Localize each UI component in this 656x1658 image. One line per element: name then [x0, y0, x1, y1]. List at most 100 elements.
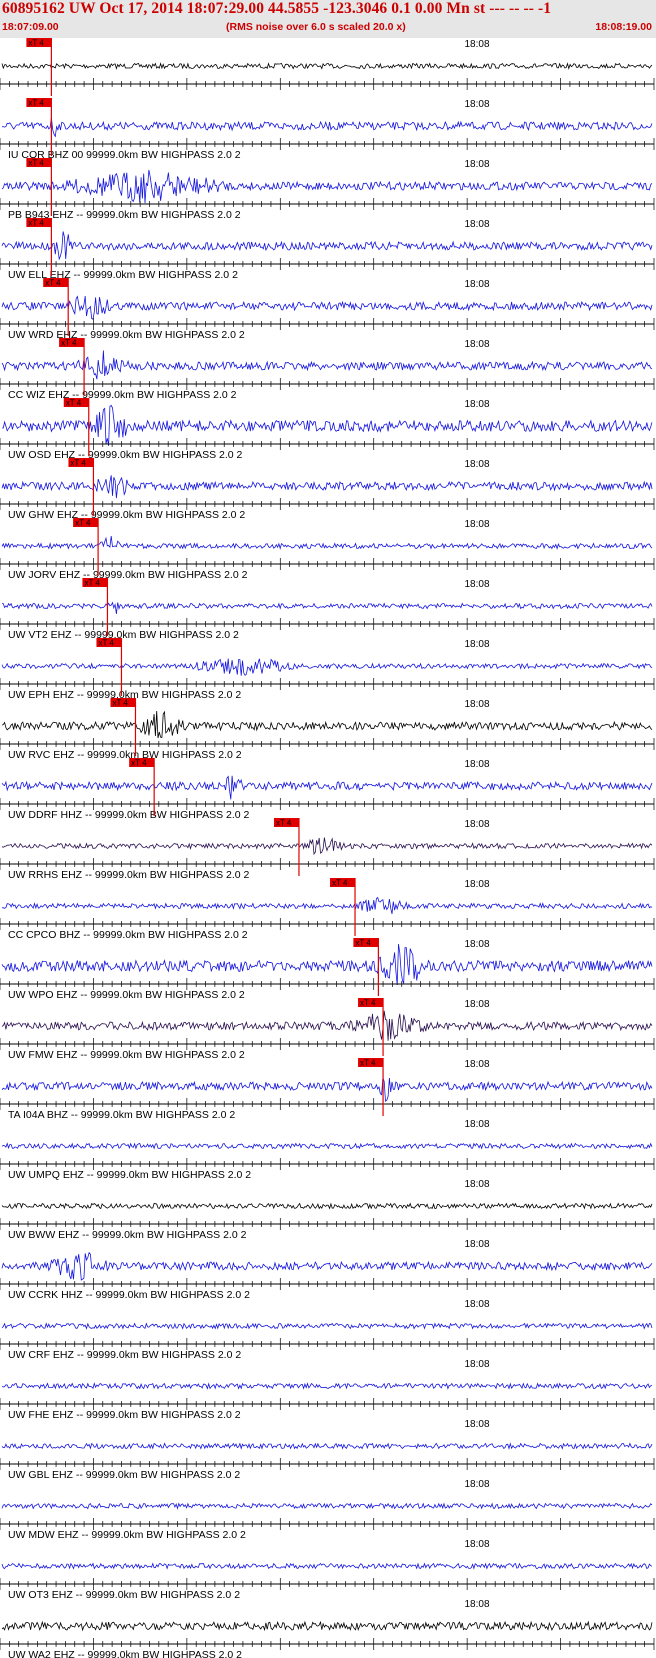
- minute-tick-label: 18:08: [464, 1179, 489, 1190]
- trace-15: 18:08 UW WPO EHZ -- 99999.0km BW HIGHPASS…: [0, 938, 655, 1001]
- minute-tick-label: 18:08: [464, 219, 489, 230]
- trace-10: 18:08UW EPH EHZ -- 99999.0km BW HIGHPASS…: [0, 638, 655, 701]
- minute-tick-label: 18:08: [464, 579, 489, 590]
- event-title: 60895162 UW Oct 17, 2014 18:07:29.00 44.…: [2, 0, 552, 17]
- minute-tick-label: 18:08: [464, 939, 489, 950]
- minute-tick-label: 18:08: [464, 1059, 489, 1070]
- station-label: UW UMPQ EHZ -- 99999.0km BW HIGHPASS 2.0…: [8, 1169, 251, 1181]
- station-label: UW RVC EHZ -- 99999.0km BW HIGHPASS 2.0 …: [8, 749, 242, 761]
- minute-tick-label: 18:08: [464, 1479, 489, 1490]
- minute-tick-label: 18:08: [464, 99, 489, 110]
- trace-4: 18:08 UW WRD EHZ -- 99999.0km BW HIGHPASS…: [0, 278, 655, 341]
- pick-label: xT 4: [28, 159, 44, 168]
- station-label: UW CRF EHZ -- 99999.0km BW HIGHPASS 2.0 …: [8, 1349, 241, 1361]
- minute-tick-label: 18:08: [464, 1599, 489, 1610]
- pick-label: xT 4: [131, 759, 147, 768]
- trace-3: 18:08 UW ELL EHZ -- 99999.0km BW HIGHPASS…: [0, 218, 655, 281]
- trace-20: 18:08 UW CCRK HHZ -- 99999.0km BW HIGHPAS…: [0, 1239, 655, 1301]
- minute-tick-label: 18:08: [464, 879, 489, 890]
- station-label: UW CCRK HHZ -- 99999.0km BW HIGHPASS 2.0…: [8, 1289, 250, 1301]
- waveform-25: [1, 1562, 653, 1570]
- minute-tick-label: 18:08: [464, 399, 489, 410]
- waveform-9: [2, 601, 653, 614]
- waveform-7: [1, 475, 653, 499]
- trace-17: 18:08 TA I04A BHZ -- 99999.0km BW HIGHPAS…: [0, 1058, 655, 1121]
- pick-label: xT 4: [45, 279, 61, 288]
- trace-22: 18:08 UW FHE EHZ -- 99999.0km BW HIGHPASS…: [0, 1359, 655, 1421]
- pick-label: xT 4: [84, 579, 100, 588]
- waveform-3: [1, 231, 653, 261]
- station-label: UW JORV EHZ -- 99999.0km BW HIGHPASS 2.0…: [8, 569, 248, 581]
- waveform-19: [1, 1202, 653, 1210]
- pick-label: xT 4: [28, 39, 44, 48]
- trace-12: 18:08 UW DDRF HHZ -- 99999.0km BW HIGHPAS…: [0, 758, 655, 821]
- minute-tick-label: 18:08: [464, 759, 489, 770]
- waveform-10: [1, 658, 653, 676]
- waveform-22: [1, 1382, 653, 1390]
- trace-18: 18:08 UW UMPQ EHZ -- 99999.0km BW HIGHPAS…: [0, 1119, 655, 1181]
- pick-label: xT 4: [61, 339, 77, 348]
- station-label: UW MDW EHZ -- 99999.0km BW HIGHPASS 2.0 …: [8, 1529, 246, 1541]
- minute-tick-label: 18:08: [464, 339, 489, 350]
- waveform-21: [1, 1322, 653, 1330]
- start-time: 18:07:09.00: [2, 21, 59, 33]
- pick-label: xT 4: [355, 939, 371, 948]
- trace-21: 18:08 UW CRF EHZ -- 99999.0km BW HIGHPASS…: [0, 1299, 655, 1361]
- waveform-11: [1, 710, 653, 739]
- station-label: UW OT3 EHZ -- 99999.0km BW HIGHPASS 2.0 …: [8, 1589, 240, 1601]
- waveform-16: [1, 1010, 653, 1041]
- trace-1: 18:08IU COR BHZ 00 99999.0km BW HIGHPASS…: [0, 98, 655, 161]
- trace-2: 18:08PB B943 EHZ -- 99999.0km BW HIGHPAS…: [0, 158, 655, 221]
- trace-23: 18:08 UW GBL EHZ -- 99999.0km BW HIGHPASS…: [0, 1419, 655, 1481]
- trace-13: 18:08 UW RRHS EHZ -- 99999.0km BW HIGHPAS…: [0, 818, 655, 881]
- trace-7: 18:08 UW GHW EHZ -- 99999.0km BW HIGHPASS…: [0, 458, 655, 521]
- waveform-26: [1, 1620, 653, 1632]
- pick-label: xT 4: [70, 459, 86, 468]
- waveform-23: [1, 1442, 653, 1450]
- end-time: 18:08:19.00: [595, 21, 652, 33]
- station-label: UW BWW EHZ -- 99999.0km BW HIGHPASS 2.0 …: [8, 1229, 247, 1241]
- station-label: UW WPO EHZ -- 99999.0km BW HIGHPASS 2.0 …: [8, 989, 245, 1001]
- minute-tick-label: 18:08: [464, 1359, 489, 1370]
- trace-5: 18:08 CC WIZ EHZ -- 99999.0km BW HIGHPASS…: [0, 338, 655, 401]
- minute-tick-label: 18:08: [464, 1239, 489, 1250]
- minute-tick-label: 18:08: [464, 999, 489, 1010]
- pick-label: xT 4: [28, 99, 44, 108]
- waveform-13: [1, 837, 653, 856]
- trace-9: 18:08 UW VT2 EHZ -- 99999.0km BW HIGHPASS…: [0, 578, 655, 641]
- pick-label: xT 4: [360, 999, 376, 1008]
- minute-tick-label: 18:08: [464, 1299, 489, 1310]
- waveform-24: [1, 1502, 653, 1510]
- pick-label: xT 4: [112, 699, 128, 708]
- minute-tick-label: 18:08: [464, 699, 489, 710]
- pick-label: xT 4: [66, 399, 82, 408]
- minute-tick-label: 18:08: [464, 39, 489, 50]
- pick-label: xT 4: [276, 819, 292, 828]
- pick-label: xT 4: [75, 519, 91, 528]
- waveform-17: [1, 1077, 653, 1102]
- seismogram-plot: 18:08xT 418:08IU COR BHZ 00 99999.0km BW…: [0, 38, 655, 1658]
- waveform-14: [1, 896, 653, 914]
- trace-8: 18:08 UW JORV EHZ -- 99999.0km BW HIGHPAS…: [0, 518, 655, 581]
- trace-16: 18:08 UW FMW EHZ -- 99999.0km BW HIGHPASS…: [0, 998, 655, 1061]
- plot-header: 60895162 UW Oct 17, 2014 18:07:29.00 44.…: [0, 0, 656, 38]
- station-label: UW FMW EHZ -- 99999.0km BW HIGHPASS 2.0 …: [8, 1049, 245, 1061]
- pick-label: xT 4: [28, 219, 44, 228]
- minute-tick-label: 18:08: [464, 459, 489, 470]
- waveform-20: [1, 1251, 653, 1281]
- trace-14: 18:08 CC CPCO BHZ -- 99999.0km BW HIGHPAS…: [0, 878, 655, 941]
- minute-tick-label: 18:08: [464, 159, 489, 170]
- minute-tick-label: 18:08: [464, 1539, 489, 1550]
- waveform-2: [1, 169, 653, 204]
- trace-26: 18:08 UW WA2 EHZ -- 99999.0km BW HIGHPASS…: [0, 1599, 655, 1658]
- minute-tick-label: 18:08: [464, 1119, 489, 1130]
- minute-tick-label: 18:08: [464, 519, 489, 530]
- trace-0: 18:08 xT 4: [0, 38, 655, 96]
- trace-11: 18:08 UW RVC EHZ -- 99999.0km BW HIGHPASS…: [0, 698, 655, 761]
- station-label: UW DDRF HHZ -- 99999.0km BW HIGHPASS 2.0…: [8, 809, 250, 821]
- waveform-6: [2, 404, 653, 446]
- station-label: UW WA2 EHZ -- 99999.0km BW HIGHPASS 2.0 …: [8, 1649, 242, 1658]
- station-label: UW ELL EHZ -- 99999.0km BW HIGHPASS 2.0 …: [8, 269, 238, 281]
- trace-24: 18:08 UW MDW EHZ -- 99999.0km BW HIGHPASS…: [0, 1479, 655, 1541]
- waveform-18: [1, 1142, 653, 1150]
